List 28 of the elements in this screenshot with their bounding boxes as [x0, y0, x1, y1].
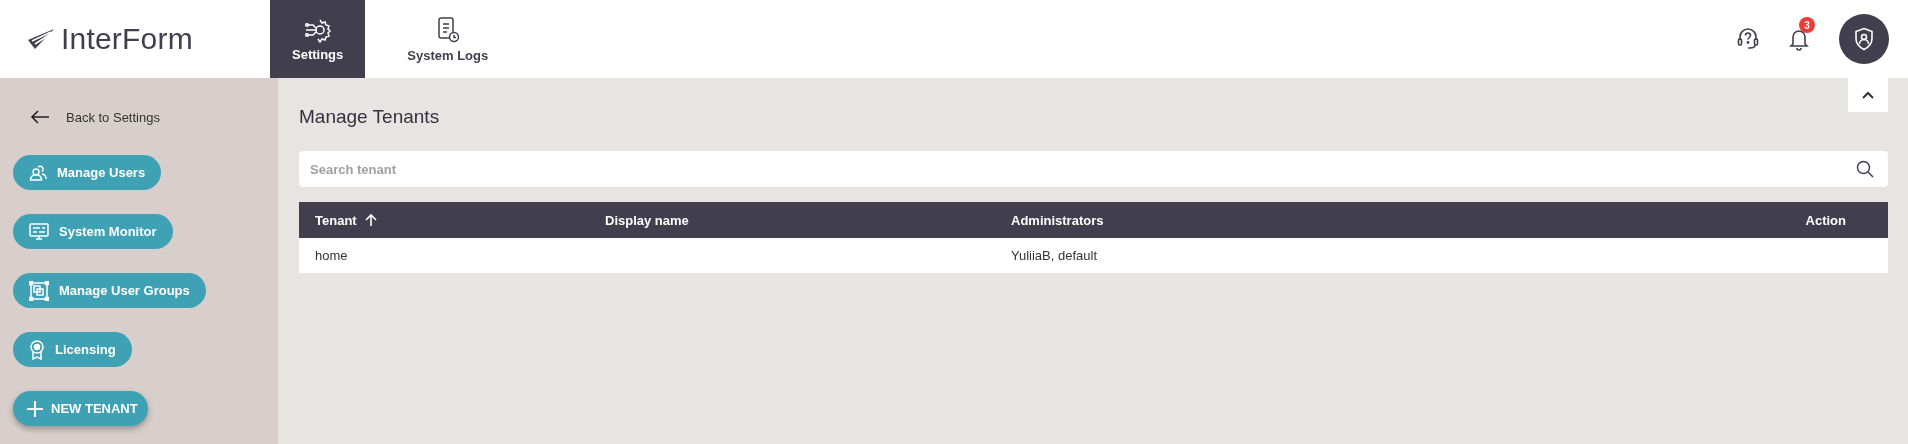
- document-clock-icon: [435, 15, 460, 44]
- search-icon[interactable]: [1856, 160, 1874, 178]
- plus-icon: [27, 400, 43, 417]
- column-header[interactable]: Display name: [605, 212, 689, 228]
- page-title: Manage Tenants: [299, 105, 441, 129]
- table-cell: YuliiaB, default: [1011, 248, 1097, 263]
- chevron-up-icon: [1862, 91, 1874, 99]
- column-header[interactable]: Action: [1805, 212, 1846, 228]
- scroll-up-button[interactable]: [1848, 78, 1888, 112]
- column-header[interactable]: Tenant: [315, 212, 377, 228]
- logo-icon: [27, 28, 55, 50]
- arrow-left-icon: [30, 110, 50, 124]
- table-cell: home: [315, 248, 348, 263]
- logo-text: InterForm: [61, 22, 193, 56]
- bell-icon[interactable]: [1788, 27, 1810, 51]
- column-header[interactable]: Administrators: [1011, 212, 1104, 228]
- search-field[interactable]: Search tenant: [299, 151, 1888, 187]
- nav-tab[interactable]: Settings: [270, 0, 366, 78]
- monitor-icon: [29, 222, 49, 241]
- notification-badge: 3: [1799, 17, 1815, 33]
- headset-help-icon[interactable]: [1737, 27, 1759, 51]
- users-icon: [29, 163, 47, 182]
- profile-button[interactable]: [1839, 14, 1889, 64]
- award-icon: [29, 339, 45, 360]
- group-icon: [29, 280, 49, 301]
- arrow-up-icon[interactable]: [364, 213, 377, 227]
- shield-user-icon: [1853, 27, 1875, 51]
- back-link[interactable]: Back to Settings: [30, 106, 160, 128]
